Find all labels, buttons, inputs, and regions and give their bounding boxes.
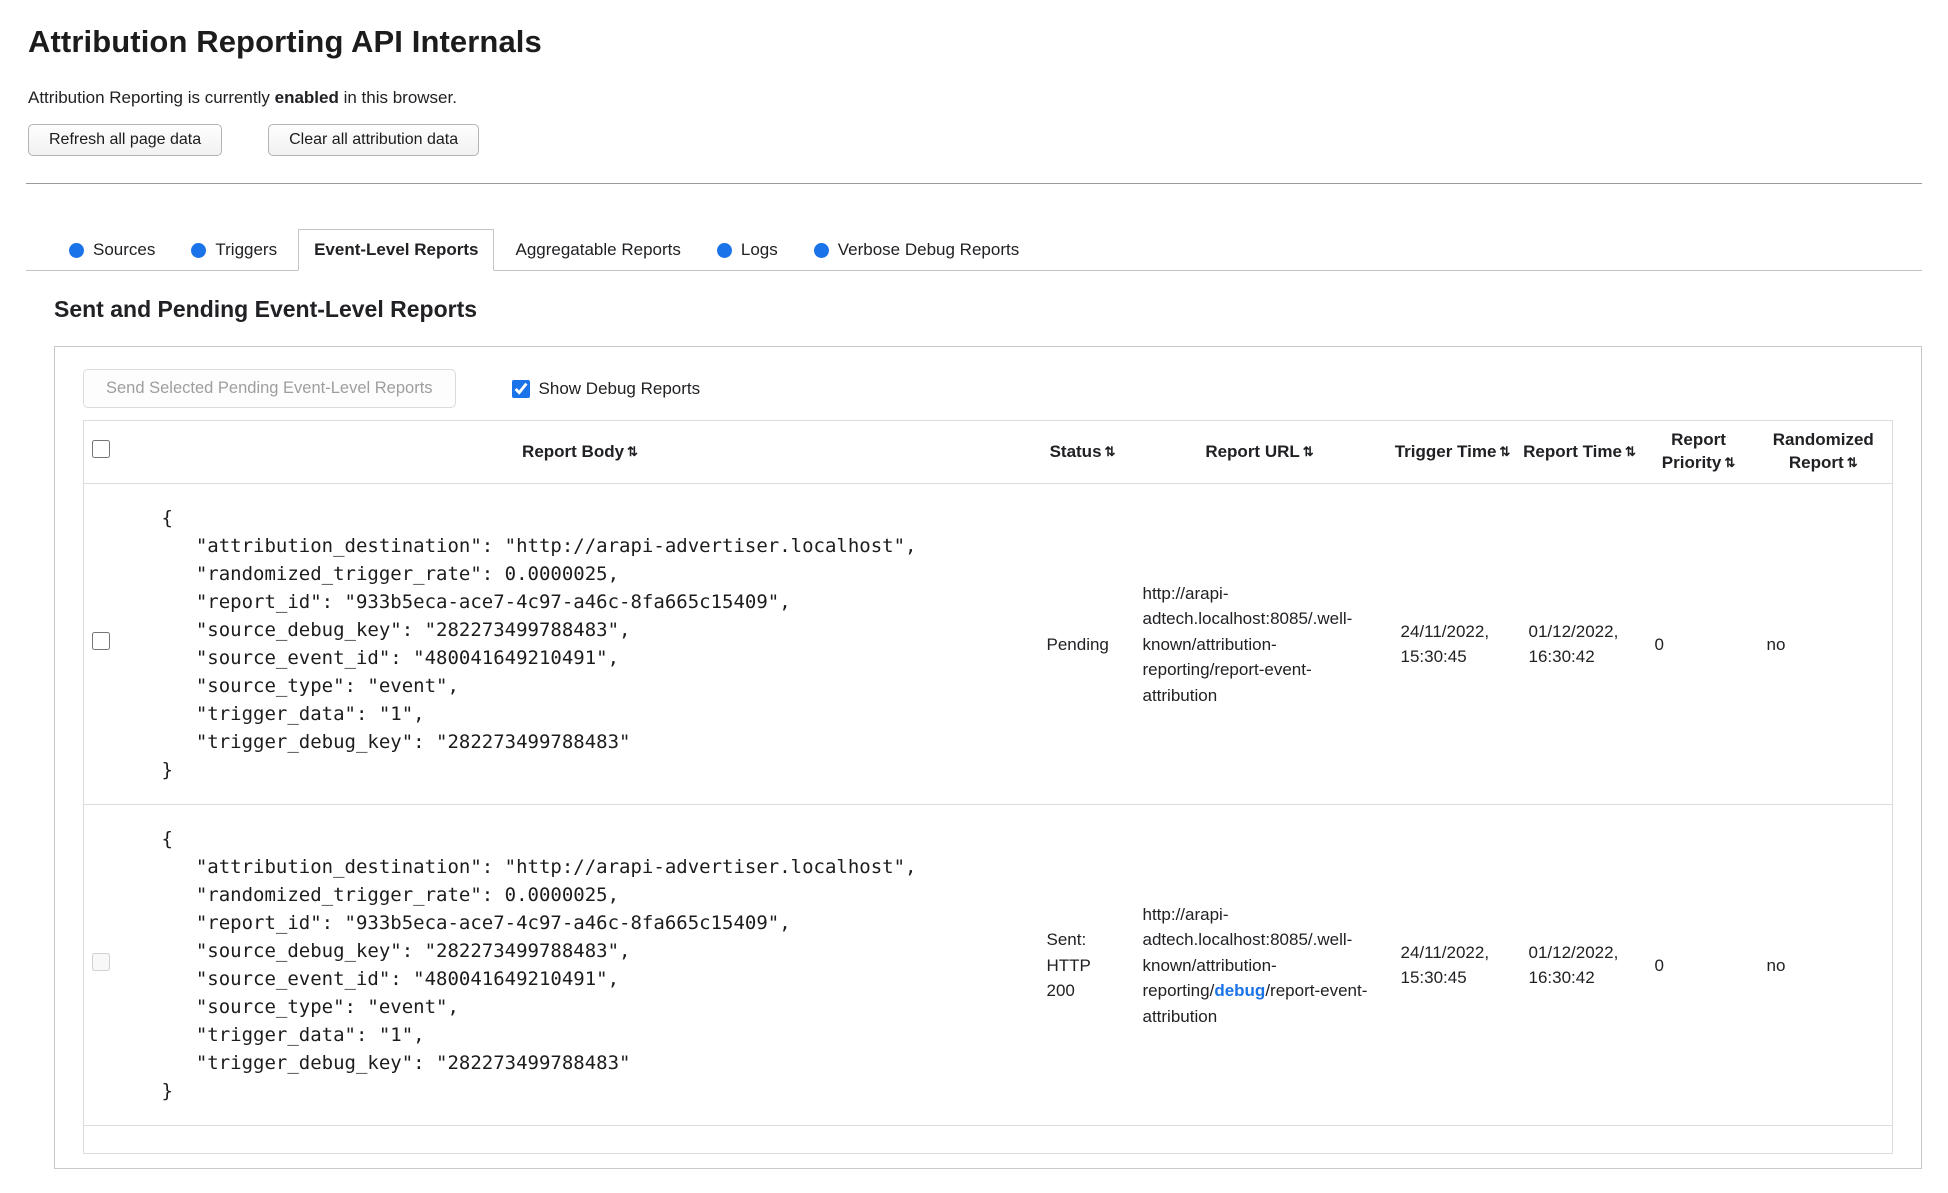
row-select-checkbox[interactable]	[92, 952, 110, 971]
column-header-report-priority[interactable]: Report Priority ⇅	[1643, 421, 1755, 484]
table-footer-row	[83, 1126, 1893, 1154]
clear-all-button[interactable]: Clear all attribution data	[268, 124, 480, 156]
sort-icon: ⇅	[1624, 443, 1636, 459]
sort-icon: ⇅	[1846, 455, 1858, 471]
report-row-pending: { "attribution_destination": "http://ara…	[83, 484, 1893, 805]
sort-icon: ⇅	[1302, 443, 1314, 459]
table-footer-cell	[84, 1126, 1893, 1154]
reports-table: Report Body ⇅ Status ⇅ Report URL ⇅ Trigger…	[83, 420, 1893, 1155]
tab-verbose-debug-reports[interactable]: Verbose Debug Reports	[799, 230, 1034, 270]
sort-icon: ⇅	[1104, 443, 1116, 459]
data-indicator-icon	[69, 242, 84, 258]
send-selected-button[interactable]: Send Selected Pending Event-Level Report…	[83, 369, 456, 409]
data-indicator-icon	[191, 242, 207, 258]
status-text-suffix: in this browser.	[338, 88, 457, 107]
column-header-report-url[interactable]: Report URL ⇅	[1131, 421, 1389, 484]
tab-event-level-reports[interactable]: Event-Level Reports	[298, 229, 495, 271]
report-url-cell: http://arapi-adtech.localhost:8085/.well…	[1131, 484, 1389, 805]
status-text-prefix: Attribution Reporting is currently	[28, 88, 275, 107]
trigger-time: 24/11/2022, 15:30:45	[1400, 621, 1490, 667]
attribution-internals-page: Attribution Reporting API Internals Attr…	[0, 0, 1948, 1193]
column-label: Report Body	[522, 441, 625, 461]
report-body-json: { "attribution_destination": "http://ara…	[161, 507, 917, 782]
select-all-checkbox[interactable]	[92, 439, 110, 458]
section-heading: Sent and Pending Event-Level Reports	[54, 296, 478, 322]
report-status: Sent: HTTP 200	[1046, 930, 1091, 1001]
row-select-cell	[84, 484, 126, 805]
tab-sources[interactable]: Sources	[54, 230, 170, 270]
report-time: 01/12/2022, 16:30:42	[1528, 621, 1619, 667]
reports-card: Send Selected Pending Event-Level Report…	[54, 346, 1922, 1170]
show-debug-label: Show Debug Reports	[538, 378, 701, 398]
trigger-time: 24/11/2022, 15:30:45	[1400, 942, 1490, 988]
select-all-header	[84, 421, 126, 484]
row-select-checkbox[interactable]	[92, 631, 110, 650]
status-line: Attribution Reporting is currently enabl…	[28, 88, 1922, 108]
table-header-row: Report Body ⇅ Status ⇅ Report URL ⇅ Trigger…	[83, 421, 1893, 484]
tab-label: Triggers	[215, 240, 278, 259]
column-header-randomized-report[interactable]: Randomized Report ⇅	[1755, 421, 1893, 484]
table-controls: Send Selected Pending Event-Level Report…	[83, 369, 1893, 409]
sort-icon: ⇅	[1499, 443, 1511, 459]
column-label: Report Priority	[1661, 430, 1726, 473]
report-row-sent: { "attribution_destination": "http://ara…	[83, 805, 1893, 1126]
data-indicator-icon	[813, 242, 829, 258]
report-body-cell: { "attribution_destination": "http://ara…	[126, 484, 1035, 805]
show-debug-toggle[interactable]: Show Debug Reports	[511, 378, 701, 399]
column-label: Report URL	[1205, 441, 1300, 461]
column-header-report-body[interactable]: Report Body ⇅	[126, 421, 1035, 484]
tab-label: Logs	[740, 240, 778, 259]
column-label: Trigger Time	[1394, 441, 1497, 461]
tab-bar: Sources Triggers Event-Level Reports Agg…	[26, 184, 1922, 271]
randomized-report: no	[1766, 634, 1786, 654]
report-status: Pending	[1046, 634, 1109, 654]
tab-label: Aggregatable Reports	[515, 240, 681, 259]
tab-triggers[interactable]: Triggers	[176, 230, 292, 270]
event-level-reports-panel: Sent and Pending Event-Level Reports Sen…	[26, 296, 1922, 1170]
column-header-trigger-time[interactable]: Trigger Time ⇅	[1389, 421, 1517, 484]
page-title: Attribution Reporting API Internals	[28, 24, 542, 59]
tab-aggregatable-reports[interactable]: Aggregatable Reports	[500, 230, 695, 270]
tab-label: Verbose Debug Reports	[837, 240, 1020, 259]
column-header-status[interactable]: Status ⇅	[1035, 421, 1131, 484]
report-url: http://arapi-adtech.localhost:8085/.well…	[1142, 583, 1353, 705]
tab-label: Event-Level Reports	[314, 240, 479, 259]
randomized-report: no	[1766, 955, 1786, 975]
column-header-report-time[interactable]: Report Time ⇅	[1517, 421, 1643, 484]
row-select-cell	[84, 805, 126, 1126]
report-url-cell: http://arapi-adtech.localhost:8085/.well…	[1131, 805, 1389, 1126]
sort-icon: ⇅	[1724, 455, 1736, 471]
column-label: Randomized Report	[1772, 430, 1874, 473]
top-actions: Refresh all page data Clear all attribut…	[28, 124, 1922, 156]
sort-icon: ⇅	[627, 443, 638, 459]
report-body-cell: { "attribution_destination": "http://ara…	[126, 805, 1035, 1126]
column-label: Status	[1049, 441, 1102, 461]
data-indicator-icon	[716, 242, 732, 258]
show-debug-checkbox[interactable]	[511, 379, 530, 398]
debug-link[interactable]: debug	[1214, 981, 1265, 1000]
report-priority: 0	[1654, 955, 1664, 975]
report-body-json: { "attribution_destination": "http://ara…	[161, 828, 917, 1103]
report-priority: 0	[1654, 634, 1664, 654]
report-time: 01/12/2022, 16:30:42	[1528, 942, 1619, 988]
refresh-all-button[interactable]: Refresh all page data	[28, 124, 223, 156]
column-label: Report Time	[1523, 441, 1622, 461]
tab-label: Sources	[93, 240, 156, 259]
status-enabled-text: enabled	[274, 88, 339, 107]
tab-logs[interactable]: Logs	[702, 230, 793, 270]
